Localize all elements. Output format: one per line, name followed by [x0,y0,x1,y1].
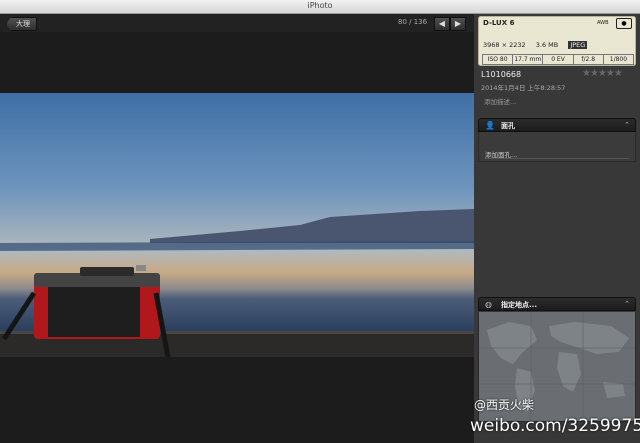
watermark-url: weibo.com/325997575 [470,416,640,436]
description-field[interactable]: 添加描述... [484,96,516,106]
person-icon: 👤 [485,121,495,130]
arrow-left-icon: ◀ [438,19,446,28]
file-format: JPEG [568,41,588,49]
window-title: iPhoto [307,1,333,10]
file-size: 3.6 MB [535,41,559,49]
shutter-speed: 1/800 [609,56,628,63]
collapse-icon[interactable]: ⌃ [624,121,630,129]
aperture: f/2.8 [574,55,604,64]
exif-exposure-row: ISO 80 17.7 mm 0 EV f/2.8 1/800 [482,54,634,65]
viewer-toolbar: 大理 80 / 136 ◀ ▶ [0,14,474,32]
globe-icon: ◍ [485,300,492,309]
collapse-icon[interactable]: ⌃ [624,300,630,308]
watermark-handle: @西贡火柴 [474,398,535,412]
exif-card: D-LUX 6 AWB ● 3968 × 2232 3.6 MB JPEG IS… [478,16,636,66]
main-photo[interactable] [0,93,474,357]
divider [485,158,629,159]
lake-horizon [0,241,474,251]
photo-counter: 80 / 136 [398,18,428,26]
next-photo-button[interactable]: ▶ [450,17,466,31]
places-title: 指定地点... [501,301,537,309]
iso-value: ISO 80 [483,55,514,64]
faces-title: 面孔 [501,122,515,130]
exposure-bias: 0 EV [543,55,574,64]
places-header[interactable]: ◍ 指定地点... ⌃ [478,297,636,311]
focal-length: 17.7 mm [513,55,544,64]
info-panel: D-LUX 6 AWB ● 3968 × 2232 3.6 MB JPEG IS… [474,14,640,443]
back-to-album-button[interactable]: 大理 [6,17,37,31]
photo-viewer: 大理 80 / 136 ◀ ▶ [0,14,474,443]
rating-stars[interactable]: ★★★★★ [582,68,623,79]
metering-icon: ● [616,18,632,29]
window-titlebar: iPhoto [0,0,640,14]
camera-model: D-LUX 6 [483,19,515,27]
arrow-right-icon: ▶ [454,19,462,28]
faces-header[interactable]: 👤 面孔 ⌃ [478,118,636,132]
faces-section: 添加面孔... [478,132,636,162]
photo-date: 2014年1月4日 上午8:28:57 [481,84,566,92]
image-dimensions: 3968 × 2232 [483,41,526,49]
mountain-range [150,209,474,243]
previous-photo-button[interactable]: ◀ [434,17,450,31]
exif-size-row: 3968 × 2232 3.6 MB JPEG [483,41,595,49]
photo-title[interactable]: L1010668 [481,70,521,79]
white-balance: AWB [597,20,609,26]
photo-scene [0,209,474,357]
